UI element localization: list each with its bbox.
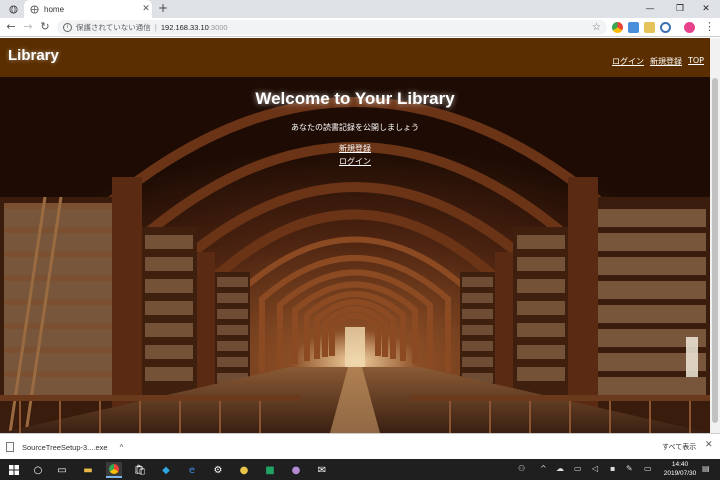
hero-signup-link[interactable]: 新規登録	[0, 143, 710, 154]
reload-button[interactable]: ↻	[37, 19, 53, 35]
nav-top-link[interactable]: TOP	[688, 56, 704, 67]
hero-login-link[interactable]: ログイン	[0, 156, 710, 167]
chrome-taskbar-icon[interactable]	[106, 462, 122, 478]
file-explorer-icon[interactable]: ▬	[80, 462, 96, 478]
excel-icon[interactable]: ■	[262, 462, 278, 478]
extension-blue-icon[interactable]	[628, 22, 639, 33]
url-host: 192.168.33.10	[160, 23, 209, 32]
minimize-button[interactable]: —	[638, 0, 662, 18]
windows-start-icon[interactable]	[6, 462, 22, 478]
hero-section: Welcome to Your Library あなたの読書記録を公開しましょう…	[0, 77, 710, 433]
file-icon	[6, 442, 14, 452]
extension-ring-icon[interactable]	[660, 22, 671, 33]
site-brand[interactable]: Library	[8, 47, 59, 64]
sourcetree-icon[interactable]: ◆	[158, 462, 174, 478]
web-page: Library ログイン 新規登録 TOP Welcome to Your Li…	[0, 38, 710, 433]
browser-toolbar: ← → ↻ i 保護されていない通信 | 192.168.33.10:3000 …	[0, 18, 720, 37]
cortana-search-icon[interactable]: ○	[30, 462, 46, 478]
forward-button[interactable]: →	[20, 19, 36, 35]
network-icon[interactable]: ▭	[574, 464, 582, 473]
site-nav: ログイン 新規登録 TOP	[612, 56, 704, 67]
store-icon[interactable]: 🛍	[132, 462, 148, 478]
tray-app-icon[interactable]: ▪	[610, 464, 615, 473]
info-icon[interactable]: i	[63, 23, 72, 32]
new-tab-button[interactable]: +	[156, 0, 170, 18]
tab-home[interactable]: home ✕	[24, 0, 152, 18]
download-item[interactable]: SourceTreeSetup-3....exe ^	[6, 439, 123, 455]
back-button[interactable]: ←	[3, 19, 19, 35]
download-file-name: SourceTreeSetup-3....exe	[22, 442, 108, 452]
taskbar-clock[interactable]: 14:40 2019/07/30	[660, 461, 700, 478]
download-bar: SourceTreeSetup-3....exe ^ すべて表示 ✕	[0, 433, 720, 459]
chevron-up-icon[interactable]: ^	[120, 443, 124, 452]
tab-pinned[interactable]	[2, 0, 24, 18]
settings-gear-icon[interactable]: ⚙	[210, 462, 226, 478]
browser-menu-icon[interactable]: ⋮	[704, 19, 715, 35]
window-close-button[interactable]: ✕	[694, 0, 718, 18]
page-scrollbar[interactable]	[710, 38, 720, 433]
chrome-extension-icon[interactable]	[612, 22, 623, 33]
globe-icon	[8, 4, 18, 14]
screen: home ✕ + — ❐ ✕ ← → ↻ i 保護されていない通信 | 192.…	[0, 0, 720, 480]
url-port: :3000	[208, 23, 228, 32]
tab-strip: home ✕ + — ❐ ✕	[0, 0, 720, 18]
edge-icon[interactable]: e	[184, 462, 200, 478]
site-header: Library ログイン 新規登録 TOP	[0, 38, 710, 77]
page-icon	[30, 4, 39, 14]
task-view-icon[interactable]: ▭	[54, 462, 70, 478]
close-download-bar-icon[interactable]: ✕	[705, 440, 713, 450]
mail-icon[interactable]: ✉	[314, 462, 330, 478]
nav-login-link[interactable]: ログイン	[612, 56, 644, 67]
github-icon[interactable]: ●	[288, 462, 304, 478]
notification-icon[interactable]: ▤	[702, 464, 710, 473]
app-yellow-icon[interactable]: ●	[236, 462, 252, 478]
profile-avatar[interactable]	[684, 22, 695, 33]
bookmark-star-icon[interactable]: ☆	[592, 20, 601, 35]
hero-title: Welcome to Your Library	[255, 89, 455, 108]
extension-yellow-icon[interactable]	[644, 22, 655, 33]
scrollbar-thumb[interactable]	[712, 78, 718, 423]
url-separator: |	[154, 23, 157, 32]
tab-title: home	[44, 4, 65, 14]
pen-icon[interactable]: ✎	[626, 464, 633, 473]
ime-icon[interactable]: ▭	[644, 464, 652, 473]
windows-taskbar: ○ ▭ ▬ 🛍 ◆ e ⚙ ● ■ ● ✉ ⚇ ^ ☁ ▭ ◁ ▪ ✎ ▭ 14…	[0, 459, 720, 480]
show-all-downloads-button[interactable]: すべて表示	[662, 442, 696, 452]
chevron-up-tray-icon[interactable]: ^	[540, 464, 547, 473]
close-tab-icon[interactable]: ✕	[140, 4, 152, 14]
maximize-button[interactable]: ❐	[668, 0, 692, 18]
hero-subtitle: あなたの読書記録を公開しましょう	[291, 123, 419, 132]
security-label: 保護されていない通信	[76, 23, 151, 32]
people-icon[interactable]: ⚇	[518, 464, 525, 473]
address-bar[interactable]: i 保護されていない通信 | 192.168.33.10:3000 ☆	[57, 20, 607, 35]
cloud-icon[interactable]: ☁	[556, 464, 564, 473]
clock-time: 14:40	[671, 461, 689, 468]
clock-date: 2019/07/30	[663, 469, 697, 477]
nav-signup-link[interactable]: 新規登録	[650, 56, 682, 67]
volume-icon[interactable]: ◁	[592, 464, 598, 473]
